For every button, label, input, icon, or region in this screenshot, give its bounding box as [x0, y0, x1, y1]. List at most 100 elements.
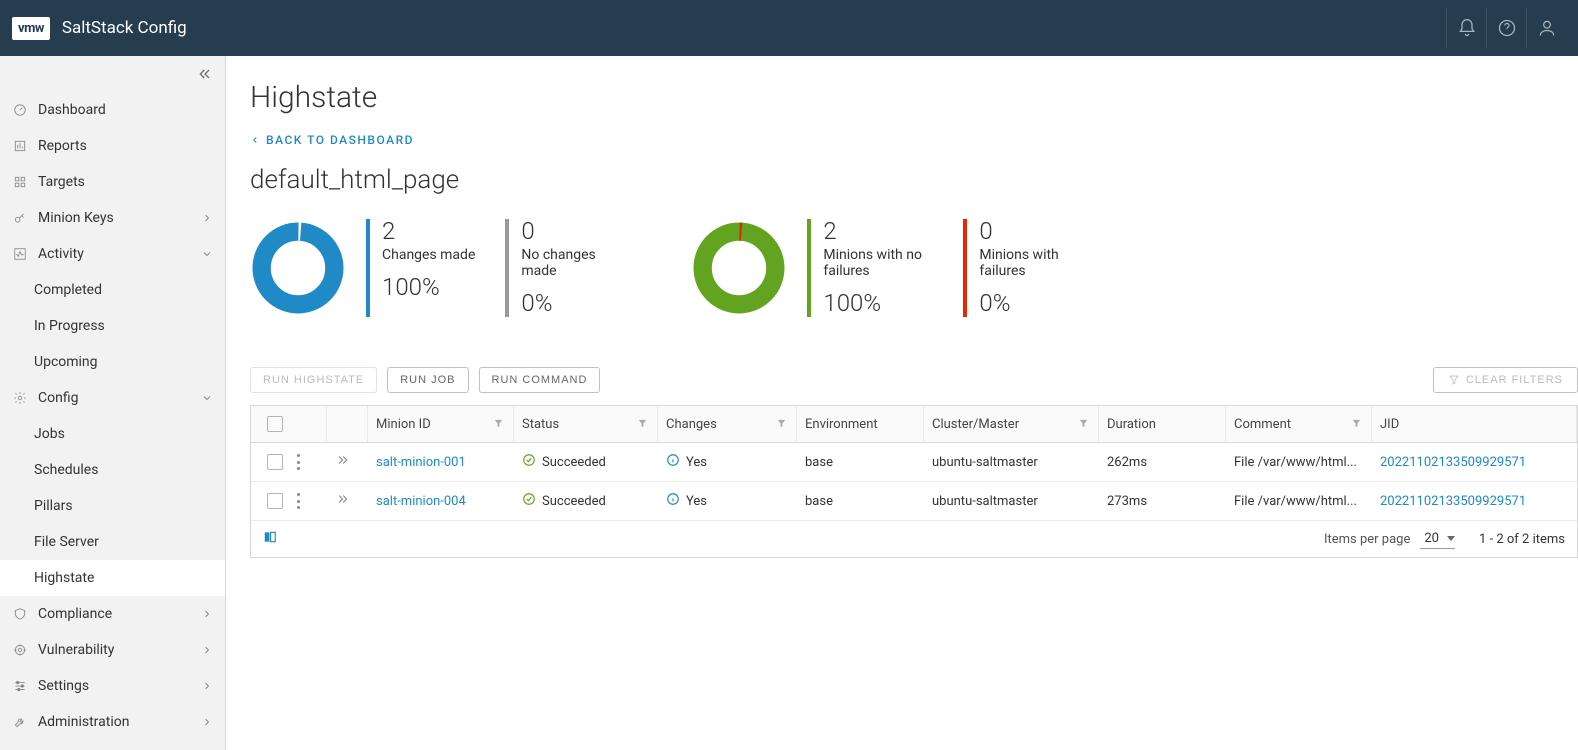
- sidebar-item-highstate[interactable]: Highstate: [0, 560, 225, 596]
- sidebar-item-activity[interactable]: Activity: [0, 236, 225, 272]
- stats-row: 2 Changes made 100% 0 No changes made 0%: [250, 219, 1578, 317]
- actions-row: RUN HIGHSTATE RUN JOB RUN COMMAND CLEAR …: [250, 367, 1578, 393]
- row-checkbox[interactable]: [267, 454, 283, 470]
- sidebar-item-label: Dashboard: [38, 102, 106, 118]
- stat-changes-made: 2 Changes made 100%: [366, 219, 505, 317]
- row-menu-icon[interactable]: [297, 493, 301, 509]
- sidebar-item-config[interactable]: Config: [0, 380, 225, 416]
- run-highstate-button[interactable]: RUN HIGHSTATE: [250, 367, 377, 393]
- shield-icon: [12, 606, 28, 622]
- th-changes[interactable]: Changes: [658, 406, 797, 442]
- sidebar-item-file-server[interactable]: File Server: [0, 524, 225, 560]
- sidebar-item-label: Minion Keys: [38, 210, 114, 226]
- th-environment[interactable]: Environment: [797, 406, 924, 442]
- sidebar-item-pillars[interactable]: Pillars: [0, 488, 225, 524]
- items-per-page: Items per page 20: [1324, 529, 1455, 549]
- stat-changes: 2 Changes made 100% 0 No changes made 0%: [250, 219, 661, 317]
- table-body: salt-minion-001 Succeeded Yes base ubunt…: [251, 443, 1577, 521]
- notifications-icon[interactable]: [1446, 8, 1486, 48]
- th-expand: [327, 406, 368, 442]
- run-job-button[interactable]: RUN JOB: [387, 367, 468, 393]
- row-checkbox[interactable]: [267, 493, 283, 509]
- jid-link[interactable]: 20221102133509929571: [1380, 494, 1526, 509]
- sidebar-item-compliance[interactable]: Compliance: [0, 596, 225, 632]
- sidebar-item-completed[interactable]: Completed: [0, 272, 225, 308]
- app-title: SaltStack Config: [62, 18, 187, 38]
- sidebar-item-label: Compliance: [38, 606, 112, 622]
- table-row: salt-minion-004 Succeeded Yes base ubunt…: [251, 482, 1577, 521]
- filter-icon[interactable]: [637, 418, 649, 430]
- th-checkbox: [251, 406, 327, 442]
- gauge-icon: [12, 102, 28, 118]
- sidebar-item-jobs[interactable]: Jobs: [0, 416, 225, 452]
- expand-row-icon[interactable]: [335, 492, 349, 510]
- row-menu-icon[interactable]: [297, 454, 301, 470]
- pagination-range: 1 - 2 of 2 items: [1479, 532, 1565, 547]
- wrench-icon: [12, 714, 28, 730]
- sidebar-item-reports[interactable]: Reports: [0, 128, 225, 164]
- sidebar-collapse[interactable]: [0, 56, 225, 92]
- page-subtitle: default_html_page: [250, 165, 1578, 195]
- filter-icon[interactable]: [776, 418, 788, 430]
- success-icon: [522, 492, 536, 510]
- th-comment[interactable]: Comment: [1226, 406, 1372, 442]
- select-all-checkbox[interactable]: [267, 416, 283, 432]
- sidebar-item-label: Config: [38, 390, 78, 406]
- activity-icon: [12, 246, 28, 262]
- chevron-right-icon: [201, 716, 213, 728]
- sidebar-item-label: Activity: [38, 246, 84, 262]
- gear-icon: [12, 390, 28, 406]
- th-jid[interactable]: JID: [1372, 406, 1577, 442]
- minion-link[interactable]: salt-minion-001: [376, 455, 466, 470]
- th-minion-id[interactable]: Minion ID: [368, 406, 514, 442]
- stat-minions-ok: 2 Minions with no failures 100%: [807, 219, 963, 317]
- th-cluster[interactable]: Cluster/Master: [924, 406, 1099, 442]
- per-page-select[interactable]: 20: [1420, 529, 1455, 549]
- sidebar-item-dashboard[interactable]: Dashboard: [0, 92, 225, 128]
- grid-icon: [12, 174, 28, 190]
- help-icon[interactable]: [1486, 8, 1526, 48]
- results-table: Minion ID Status Changes Environment Clu…: [250, 405, 1578, 558]
- filter-icon[interactable]: [493, 418, 505, 430]
- filter-icon[interactable]: [1351, 418, 1363, 430]
- th-status[interactable]: Status: [514, 406, 658, 442]
- sidebar-item-administration[interactable]: Administration: [0, 704, 225, 740]
- sidebar-item-vulnerability[interactable]: Vulnerability: [0, 632, 225, 668]
- sidebar-item-label: Reports: [38, 138, 87, 154]
- chevron-down-icon: [201, 392, 213, 404]
- sidebar-item-settings[interactable]: Settings: [0, 668, 225, 704]
- expand-row-icon[interactable]: [335, 453, 349, 471]
- table-row: salt-minion-001 Succeeded Yes base ubunt…: [251, 443, 1577, 482]
- chevron-down-icon: [201, 248, 213, 260]
- info-icon: [666, 492, 680, 510]
- success-icon: [522, 453, 536, 471]
- table-footer: Items per page 20 1 - 2 of 2 items: [251, 521, 1577, 557]
- reports-icon: [12, 138, 28, 154]
- filter-icon[interactable]: [1078, 418, 1090, 430]
- minion-link[interactable]: salt-minion-004: [376, 494, 466, 509]
- chevron-right-icon: [201, 608, 213, 620]
- target-icon: [12, 642, 28, 658]
- sidebar-item-label: Vulnerability: [38, 642, 114, 658]
- chevron-right-icon: [201, 644, 213, 656]
- sidebar-item-minion-keys[interactable]: Minion Keys: [0, 200, 225, 236]
- sliders-icon: [12, 678, 28, 694]
- sidebar-item-targets[interactable]: Targets: [0, 164, 225, 200]
- stat-minions: 2 Minions with no failures 100% 0 Minion…: [691, 219, 1119, 317]
- sidebar-item-upcoming[interactable]: Upcoming: [0, 344, 225, 380]
- column-toggle-icon[interactable]: [263, 530, 277, 548]
- chevron-right-icon: [201, 680, 213, 692]
- user-icon[interactable]: [1526, 8, 1566, 48]
- sidebar-item-schedules[interactable]: Schedules: [0, 452, 225, 488]
- run-command-button[interactable]: RUN COMMAND: [479, 367, 601, 393]
- main-content: Highstate BACK TO DASHBOARD default_html…: [226, 56, 1578, 750]
- jid-link[interactable]: 20221102133509929571: [1380, 455, 1526, 470]
- sidebar-item-in-progress[interactable]: In Progress: [0, 308, 225, 344]
- clear-filters-button[interactable]: CLEAR FILTERS: [1433, 367, 1578, 393]
- th-duration[interactable]: Duration: [1099, 406, 1226, 442]
- stat-minions-fail: 0 Minions with failures 0%: [963, 219, 1119, 317]
- back-to-dashboard-link[interactable]: BACK TO DASHBOARD: [250, 133, 1578, 147]
- sidebar: Dashboard Reports Targets Minion Keys Ac…: [0, 56, 226, 750]
- info-icon: [666, 453, 680, 471]
- chevron-right-icon: [201, 212, 213, 224]
